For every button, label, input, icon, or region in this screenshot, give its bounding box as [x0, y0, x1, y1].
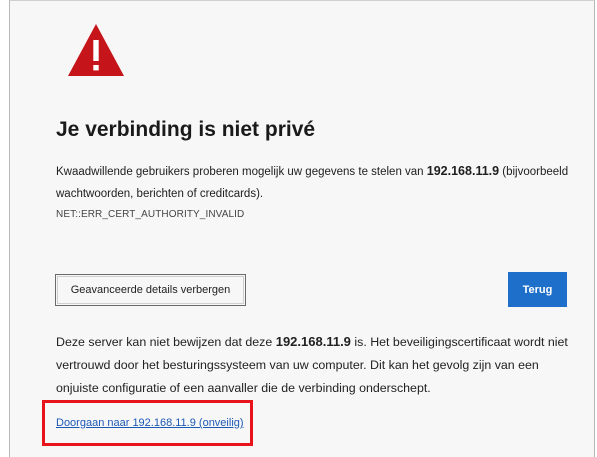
proceed-unsafe-link[interactable]: Doorgaan naar 192.168.11.9 (onveilig)	[56, 417, 244, 429]
hide-advanced-button[interactable]: Geavanceerde details verbergen	[55, 274, 246, 306]
intro-text-start: Kwaadwillende gebruikers proberen mogeli…	[56, 166, 427, 178]
intro-text: Kwaadwillende gebruikers proberen mogeli…	[56, 160, 576, 205]
intro-host: 192.168.11.9	[426, 164, 500, 178]
warning-triangle-icon	[68, 24, 124, 76]
error-code: NET::ERR_CERT_AUTHORITY_INVALID	[56, 209, 245, 220]
details-host: 192.168.11.9	[275, 334, 351, 349]
back-button[interactable]: Terug	[508, 272, 567, 307]
details-text-start: Deze server kan niet bewijzen dat deze	[56, 335, 276, 349]
details-text: Deze server kan niet bewijzen dat deze 1…	[56, 330, 581, 400]
page-title: Je verbinding is niet privé	[56, 118, 316, 141]
